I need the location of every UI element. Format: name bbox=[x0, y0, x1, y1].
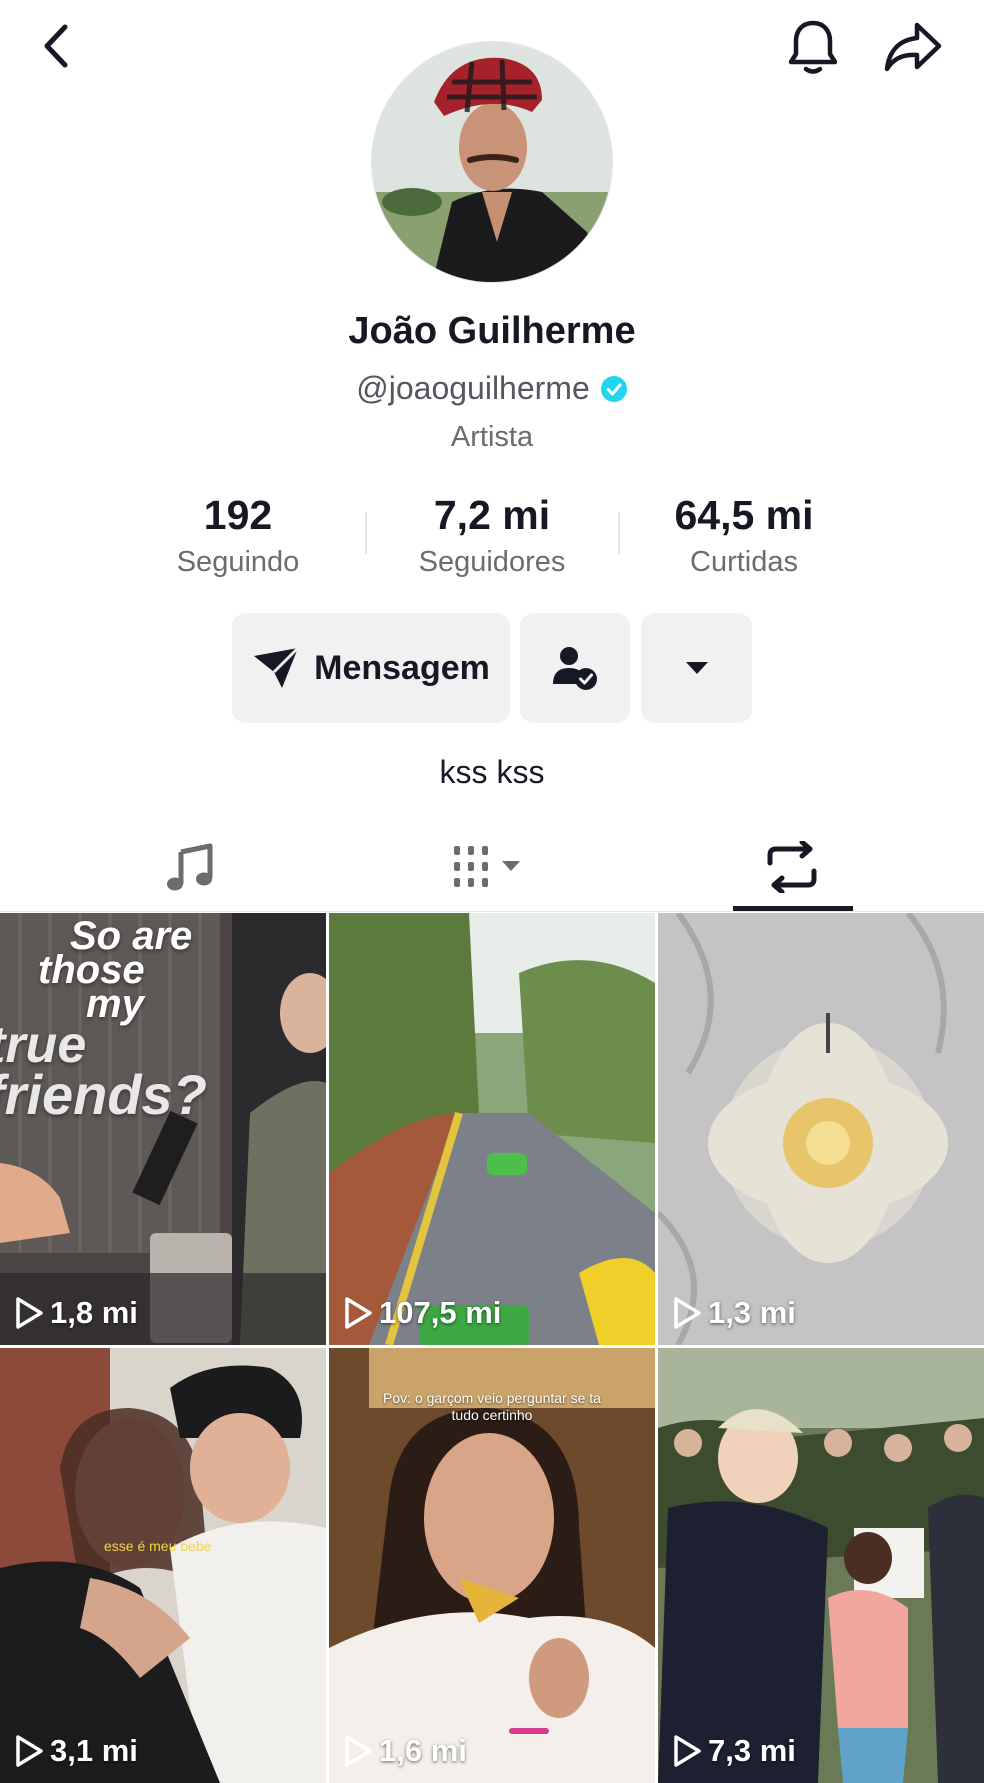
verified-badge-icon bbox=[600, 375, 627, 402]
view-count-text: 3,1 mi bbox=[50, 1733, 138, 1768]
bell-icon bbox=[788, 20, 838, 74]
play-icon bbox=[345, 1297, 372, 1329]
share-arrow-icon bbox=[884, 22, 942, 72]
content-tabs bbox=[0, 822, 984, 912]
caption-line: those bbox=[38, 948, 145, 992]
repost-icon bbox=[767, 841, 817, 893]
profile-category: Artista bbox=[450, 421, 534, 453]
profile-stats: 192 Seguindo 7,2 mi Seguidores 64,5 mi C… bbox=[0, 490, 984, 580]
avatar[interactable] bbox=[371, 41, 613, 283]
tab-music[interactable] bbox=[26, 822, 354, 912]
stat-following[interactable]: 192 Seguindo bbox=[108, 490, 368, 582]
handle-row: @joaoguilherme bbox=[0, 370, 984, 407]
view-count: 1,8 mi bbox=[14, 1295, 138, 1331]
following-button[interactable] bbox=[520, 613, 630, 723]
grid-icon bbox=[454, 846, 520, 887]
video-tile[interactable]: So are those my true friends? 1,8 mi bbox=[0, 913, 326, 1345]
play-icon bbox=[674, 1735, 701, 1767]
back-button[interactable] bbox=[30, 18, 82, 74]
video-caption: esse é meu bebe bbox=[104, 1538, 212, 1554]
more-options-button[interactable] bbox=[641, 613, 752, 723]
caption-line: tudo certinho bbox=[451, 1407, 533, 1423]
stat-likes[interactable]: 64,5 mi Curtidas bbox=[614, 490, 874, 582]
view-count: 3,1 mi bbox=[14, 1733, 138, 1769]
view-count-text: 7,3 mi bbox=[708, 1733, 796, 1768]
video-thumbnail bbox=[329, 913, 655, 1345]
video-tile[interactable]: 1,3 mi bbox=[658, 913, 984, 1345]
profile-actions: Mensagem bbox=[0, 613, 984, 723]
tab-reposts[interactable] bbox=[628, 822, 956, 912]
view-count: 1,3 mi bbox=[672, 1295, 796, 1331]
stat-value: 64,5 mi bbox=[674, 492, 814, 538]
message-button-label: Mensagem bbox=[314, 648, 490, 687]
video-thumbnail bbox=[0, 1348, 326, 1783]
play-icon bbox=[345, 1735, 372, 1767]
message-button[interactable]: Mensagem bbox=[232, 613, 510, 723]
view-count: 7,3 mi bbox=[672, 1733, 796, 1769]
caption-line: true bbox=[0, 1016, 87, 1074]
send-icon bbox=[254, 646, 300, 688]
music-note-icon bbox=[167, 843, 213, 891]
video-tile[interactable]: esse é meu bebe 3,1 mi bbox=[0, 1348, 326, 1783]
profile-bio: kss kss bbox=[439, 754, 545, 790]
stat-value: 192 bbox=[203, 492, 273, 538]
video-caption: Pov: o garçom veio perguntar se ta tudo … bbox=[329, 1390, 655, 1424]
video-caption: So are those my true friends? bbox=[0, 916, 326, 1126]
view-count-text: 1,6 mi bbox=[379, 1733, 467, 1768]
profile-name: João Guilherme bbox=[348, 310, 636, 352]
view-count: 107,5 mi bbox=[343, 1295, 501, 1331]
share-button[interactable] bbox=[878, 16, 948, 78]
stat-label: Seguidores bbox=[418, 546, 566, 578]
view-count-text: 107,5 mi bbox=[379, 1295, 502, 1330]
avatar-image bbox=[372, 42, 612, 282]
tab-videos[interactable] bbox=[328, 822, 656, 912]
video-tile[interactable]: Pov: o garçom veio perguntar se ta tudo … bbox=[329, 1348, 655, 1783]
notifications-button[interactable] bbox=[780, 14, 846, 80]
profile-handle: @joaoguilherme bbox=[356, 370, 590, 406]
play-icon bbox=[674, 1297, 701, 1329]
stat-value: 7,2 mi bbox=[433, 492, 551, 538]
video-thumbnail bbox=[658, 1348, 984, 1783]
play-icon bbox=[16, 1297, 43, 1329]
user-check-icon bbox=[553, 647, 597, 690]
chevron-left-icon bbox=[44, 24, 68, 68]
caption-line: Pov: o garçom veio perguntar se ta bbox=[383, 1390, 601, 1406]
video-thumbnail bbox=[658, 913, 984, 1345]
view-count-text: 1,8 mi bbox=[50, 1295, 138, 1330]
view-count: 1,6 mi bbox=[343, 1733, 467, 1769]
caption-line: friends? bbox=[0, 1063, 207, 1126]
play-icon bbox=[16, 1735, 43, 1767]
video-tile[interactable]: 7,3 mi bbox=[658, 1348, 984, 1783]
stat-followers[interactable]: 7,2 mi Seguidores bbox=[362, 490, 622, 582]
caret-down-icon bbox=[685, 662, 708, 674]
stat-label: Seguindo bbox=[176, 546, 300, 578]
active-tab-indicator bbox=[733, 906, 853, 911]
stat-label: Curtidas bbox=[690, 546, 798, 578]
view-count-text: 1,3 mi bbox=[708, 1295, 796, 1330]
video-tile[interactable]: 107,5 mi bbox=[329, 913, 655, 1345]
